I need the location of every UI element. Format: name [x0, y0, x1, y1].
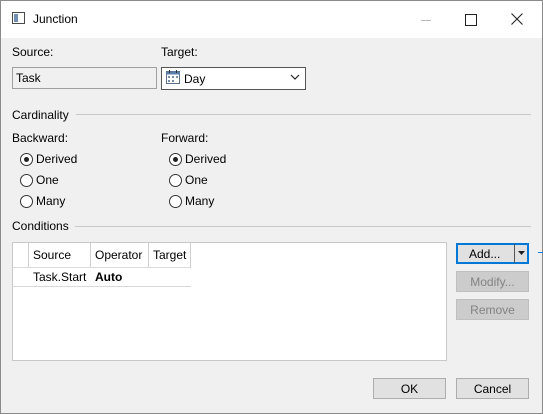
backward-one-label: One [36, 173, 59, 187]
cell-source[interactable]: Task.Start [33, 270, 86, 284]
target-combobox[interactable]: Day [161, 67, 306, 90]
column-header-operator[interactable]: Operator [91, 243, 149, 267]
close-icon [511, 13, 523, 25]
target-label: Target: [161, 45, 198, 59]
add-button-label: Add... [469, 247, 501, 261]
forward-one-label: One [185, 173, 208, 187]
minimize-button[interactable] [403, 1, 449, 38]
cardinality-group-label: Cardinality [12, 108, 69, 122]
maximize-button[interactable] [449, 1, 495, 38]
ok-button[interactable]: OK [373, 378, 446, 399]
window-icon [12, 12, 25, 24]
minimize-icon [421, 20, 431, 21]
conditions-group-label: Conditions [12, 219, 69, 233]
row-header-corner [13, 243, 29, 267]
chevron-down-icon [290, 74, 300, 80]
maximize-icon [465, 14, 477, 26]
column-header-source[interactable]: Source [29, 243, 91, 267]
conditions-divider [75, 226, 531, 227]
forward-label: Forward: [161, 131, 209, 145]
junction-dialog: Junction Source: Task Target: Day Cardin… [0, 0, 543, 414]
conditions-grid[interactable]: Source Operator Target Task.Start Auto [12, 242, 447, 361]
calendar-icon [166, 70, 180, 84]
modify-button[interactable]: Modify... [456, 271, 529, 292]
dropdown-arrow-icon [518, 251, 525, 255]
backward-many-label: Many [36, 194, 66, 208]
source-field[interactable]: Task [12, 67, 157, 89]
cell-operator[interactable]: Auto [95, 270, 122, 284]
title-bar: Junction [1, 1, 542, 38]
cardinality-divider [76, 114, 531, 115]
target-value: Day [184, 72, 206, 86]
backward-derived-label: Derived [36, 152, 78, 166]
background-window-edge [538, 252, 543, 253]
add-dropdown-arrow[interactable] [514, 244, 528, 263]
remove-button[interactable]: Remove [456, 299, 529, 320]
backward-label: Backward: [12, 131, 69, 145]
close-button[interactable] [495, 1, 541, 38]
source-label: Source: [12, 45, 54, 59]
window-title: Junction [33, 12, 78, 26]
forward-derived-label: Derived [185, 152, 227, 166]
forward-many-label: Many [185, 194, 215, 208]
cancel-button[interactable]: Cancel [456, 378, 529, 399]
column-header-target[interactable]: Target [149, 243, 191, 267]
add-split-button[interactable]: Add... [456, 243, 529, 264]
